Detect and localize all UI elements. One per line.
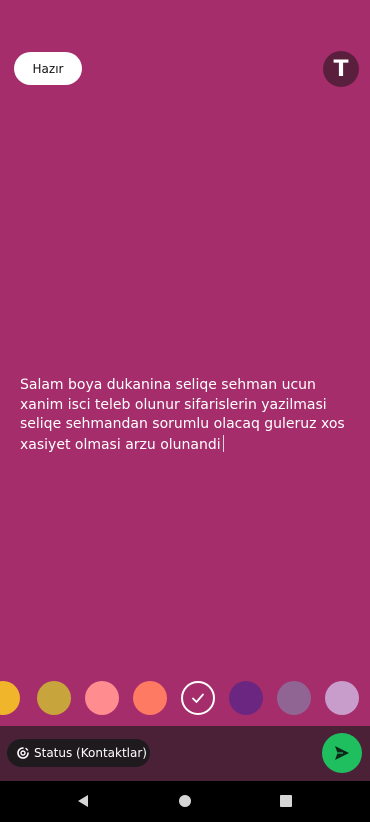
status-footer: Status (Kontaktlar) — [0, 726, 370, 781]
color-swatch-pink[interactable] — [85, 681, 119, 715]
color-swatch-magenta-selected[interactable] — [181, 681, 215, 715]
audience-selector[interactable]: Status (Kontaktlar) — [7, 739, 150, 767]
status-ring-icon — [17, 747, 29, 759]
color-swatch-mustard[interactable] — [37, 681, 71, 715]
status-text: Salam boya dukanina seliqe sehman ucun x… — [20, 377, 350, 453]
back-icon — [78, 795, 88, 807]
recents-icon — [280, 795, 292, 807]
send-icon — [335, 746, 349, 760]
color-swatch-mauve[interactable] — [277, 681, 311, 715]
status-text-input[interactable]: Salam boya dukanina seliqe sehman ucun x… — [20, 376, 355, 455]
home-button[interactable] — [178, 794, 192, 808]
done-button[interactable]: Hazır — [14, 52, 82, 85]
system-nav-bar — [0, 781, 370, 822]
font-toggle-button[interactable]: T — [323, 51, 359, 87]
home-icon — [179, 795, 191, 807]
color-swatch-purple[interactable] — [229, 681, 263, 715]
color-palette — [0, 681, 370, 716]
text-cursor — [222, 434, 224, 452]
color-swatch-lilac[interactable] — [325, 681, 359, 715]
recents-button[interactable] — [279, 794, 293, 808]
status-canvas[interactable]: Hazır T Salam boya dukanina seliqe sehma… — [0, 0, 370, 726]
checkmark-icon — [192, 693, 204, 703]
color-swatch-coral[interactable] — [133, 681, 167, 715]
send-button[interactable] — [322, 733, 362, 773]
back-button[interactable] — [76, 794, 90, 808]
font-icon: T — [333, 56, 349, 82]
color-swatch-yellow[interactable] — [0, 681, 20, 715]
audience-label: Status (Kontaktlar) — [34, 746, 147, 760]
